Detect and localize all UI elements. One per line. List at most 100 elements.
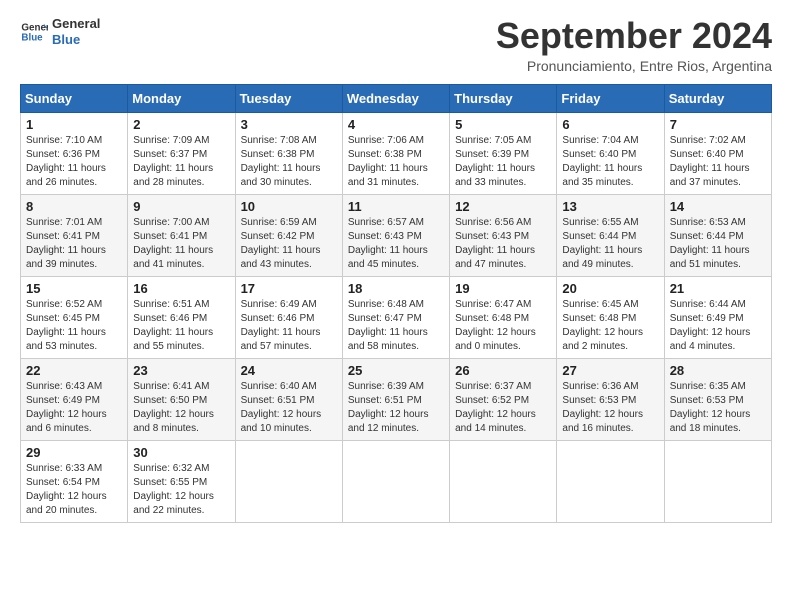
day-number: 11 <box>348 199 444 214</box>
day-info: Sunrise: 7:10 AM Sunset: 6:36 PM Dayligh… <box>26 134 122 190</box>
calendar-day-cell: 28 Sunrise: 6:35 AM Sunset: 6:53 PM Dayli… <box>664 358 771 440</box>
day-info: Sunrise: 7:08 AM Sunset: 6:38 PM Dayligh… <box>241 134 337 190</box>
day-number: 6 <box>562 117 658 132</box>
calendar-week-row: 8Sunrise: 7:01 AM Sunset: 6:41 PM Daylig… <box>21 194 772 276</box>
page-header: General Blue General Blue September 2024… <box>20 16 772 74</box>
weekday-header-sunday: Sunday <box>21 84 128 112</box>
calendar-day-cell: 25 Sunrise: 6:39 AM Sunset: 6:51 PM Dayli… <box>342 358 449 440</box>
day-number: 7 <box>670 117 766 132</box>
day-number: 17 <box>241 281 337 296</box>
day-info: Sunrise: 6:57 AM Sunset: 6:43 PM Dayligh… <box>348 216 444 272</box>
calendar-day-cell: 26 Sunrise: 6:37 AM Sunset: 6:52 PM Dayli… <box>450 358 557 440</box>
calendar-day-cell: 18 Sunrise: 6:48 AM Sunset: 6:47 PM Dayli… <box>342 276 449 358</box>
logo-line2: Blue <box>52 32 100 48</box>
day-info: Sunrise: 6:52 AM Sunset: 6:45 PM Dayligh… <box>26 298 122 354</box>
day-info: Sunrise: 7:05 AM Sunset: 6:39 PM Dayligh… <box>455 134 551 190</box>
day-number: 27 <box>562 363 658 378</box>
calendar-day-cell: 3Sunrise: 7:08 AM Sunset: 6:38 PM Daylig… <box>235 112 342 194</box>
weekday-header-friday: Friday <box>557 84 664 112</box>
day-info: Sunrise: 6:36 AM Sunset: 6:53 PM Dayligh… <box>562 380 658 436</box>
calendar-day-cell: 15 Sunrise: 6:52 AM Sunset: 6:45 PM Dayli… <box>21 276 128 358</box>
logo-icon: General Blue <box>20 18 48 46</box>
weekday-header-saturday: Saturday <box>664 84 771 112</box>
day-info: Sunrise: 6:48 AM Sunset: 6:47 PM Dayligh… <box>348 298 444 354</box>
day-info: Sunrise: 6:59 AM Sunset: 6:42 PM Dayligh… <box>241 216 337 272</box>
day-number: 12 <box>455 199 551 214</box>
calendar-day-cell: 23 Sunrise: 6:41 AM Sunset: 6:50 PM Dayli… <box>128 358 235 440</box>
logo: General Blue General Blue <box>20 16 100 47</box>
calendar-day-cell: 16 Sunrise: 6:51 AM Sunset: 6:46 PM Dayli… <box>128 276 235 358</box>
calendar-day-cell: 24 Sunrise: 6:40 AM Sunset: 6:51 PM Dayli… <box>235 358 342 440</box>
calendar-day-cell: 1 Sunrise: 7:10 AM Sunset: 6:36 PM Daylig… <box>21 112 128 194</box>
calendar-week-row: 29Sunrise: 6:33 AM Sunset: 6:54 PM Dayli… <box>21 440 772 522</box>
calendar-table: SundayMondayTuesdayWednesdayThursdayFrid… <box>20 84 772 523</box>
weekday-header-monday: Monday <box>128 84 235 112</box>
calendar-week-row: 22Sunrise: 6:43 AM Sunset: 6:49 PM Dayli… <box>21 358 772 440</box>
day-number: 24 <box>241 363 337 378</box>
day-number: 1 <box>26 117 122 132</box>
day-info: Sunrise: 7:00 AM Sunset: 6:41 PM Dayligh… <box>133 216 229 272</box>
day-number: 9 <box>133 199 229 214</box>
day-number: 28 <box>670 363 766 378</box>
day-number: 25 <box>348 363 444 378</box>
weekday-header-wednesday: Wednesday <box>342 84 449 112</box>
calendar-week-row: 15 Sunrise: 6:52 AM Sunset: 6:45 PM Dayli… <box>21 276 772 358</box>
calendar-day-cell: 20 Sunrise: 6:45 AM Sunset: 6:48 PM Dayli… <box>557 276 664 358</box>
calendar-day-cell: 8Sunrise: 7:01 AM Sunset: 6:41 PM Daylig… <box>21 194 128 276</box>
calendar-day-cell: 21Sunrise: 6:44 AM Sunset: 6:49 PM Dayli… <box>664 276 771 358</box>
calendar-day-cell: 14 Sunrise: 6:53 AM Sunset: 6:44 PM Dayli… <box>664 194 771 276</box>
calendar-day-cell: 13 Sunrise: 6:55 AM Sunset: 6:44 PM Dayli… <box>557 194 664 276</box>
calendar-day-cell: 19 Sunrise: 6:47 AM Sunset: 6:48 PM Dayli… <box>450 276 557 358</box>
day-info: Sunrise: 7:02 AM Sunset: 6:40 PM Dayligh… <box>670 134 766 190</box>
calendar-day-cell: 29Sunrise: 6:33 AM Sunset: 6:54 PM Dayli… <box>21 440 128 522</box>
calendar-day-cell: 6Sunrise: 7:04 AM Sunset: 6:40 PM Daylig… <box>557 112 664 194</box>
day-number: 23 <box>133 363 229 378</box>
day-number: 18 <box>348 281 444 296</box>
day-number: 16 <box>133 281 229 296</box>
day-number: 14 <box>670 199 766 214</box>
day-number: 19 <box>455 281 551 296</box>
day-info: Sunrise: 6:41 AM Sunset: 6:50 PM Dayligh… <box>133 380 229 436</box>
day-info: Sunrise: 6:35 AM Sunset: 6:53 PM Dayligh… <box>670 380 766 436</box>
day-number: 13 <box>562 199 658 214</box>
day-info: Sunrise: 6:55 AM Sunset: 6:44 PM Dayligh… <box>562 216 658 272</box>
calendar-day-cell: 12Sunrise: 6:56 AM Sunset: 6:43 PM Dayli… <box>450 194 557 276</box>
day-number: 15 <box>26 281 122 296</box>
weekday-header-tuesday: Tuesday <box>235 84 342 112</box>
empty-cell <box>342 440 449 522</box>
day-number: 21 <box>670 281 766 296</box>
day-info: Sunrise: 7:06 AM Sunset: 6:38 PM Dayligh… <box>348 134 444 190</box>
day-number: 5 <box>455 117 551 132</box>
day-number: 26 <box>455 363 551 378</box>
logo-line1: General <box>52 16 100 32</box>
day-number: 4 <box>348 117 444 132</box>
calendar-week-row: 1 Sunrise: 7:10 AM Sunset: 6:36 PM Daylig… <box>21 112 772 194</box>
day-info: Sunrise: 6:53 AM Sunset: 6:44 PM Dayligh… <box>670 216 766 272</box>
calendar-day-cell: 17 Sunrise: 6:49 AM Sunset: 6:46 PM Dayli… <box>235 276 342 358</box>
calendar-day-cell: 9 Sunrise: 7:00 AM Sunset: 6:41 PM Daylig… <box>128 194 235 276</box>
month-title: September 2024 <box>496 16 772 56</box>
day-info: Sunrise: 7:01 AM Sunset: 6:41 PM Dayligh… <box>26 216 122 272</box>
calendar-day-cell: 5 Sunrise: 7:05 AM Sunset: 6:39 PM Daylig… <box>450 112 557 194</box>
day-info: Sunrise: 6:39 AM Sunset: 6:51 PM Dayligh… <box>348 380 444 436</box>
day-info: Sunrise: 6:51 AM Sunset: 6:46 PM Dayligh… <box>133 298 229 354</box>
day-number: 29 <box>26 445 122 460</box>
day-info: Sunrise: 6:40 AM Sunset: 6:51 PM Dayligh… <box>241 380 337 436</box>
day-info: Sunrise: 6:32 AM Sunset: 6:55 PM Dayligh… <box>133 462 229 518</box>
day-number: 20 <box>562 281 658 296</box>
day-info: Sunrise: 6:47 AM Sunset: 6:48 PM Dayligh… <box>455 298 551 354</box>
location-subtitle: Pronunciamiento, Entre Rios, Argentina <box>496 58 772 74</box>
day-number: 30 <box>133 445 229 460</box>
day-number: 2 <box>133 117 229 132</box>
day-info: Sunrise: 6:37 AM Sunset: 6:52 PM Dayligh… <box>455 380 551 436</box>
calendar-day-cell: 11 Sunrise: 6:57 AM Sunset: 6:43 PM Dayli… <box>342 194 449 276</box>
day-number: 10 <box>241 199 337 214</box>
calendar-day-cell: 7 Sunrise: 7:02 AM Sunset: 6:40 PM Daylig… <box>664 112 771 194</box>
day-info: Sunrise: 6:45 AM Sunset: 6:48 PM Dayligh… <box>562 298 658 354</box>
calendar-day-cell: 10 Sunrise: 6:59 AM Sunset: 6:42 PM Dayli… <box>235 194 342 276</box>
calendar-day-cell: 22Sunrise: 6:43 AM Sunset: 6:49 PM Dayli… <box>21 358 128 440</box>
svg-text:Blue: Blue <box>21 32 43 43</box>
day-info: Sunrise: 6:49 AM Sunset: 6:46 PM Dayligh… <box>241 298 337 354</box>
day-info: Sunrise: 6:43 AM Sunset: 6:49 PM Dayligh… <box>26 380 122 436</box>
empty-cell <box>664 440 771 522</box>
